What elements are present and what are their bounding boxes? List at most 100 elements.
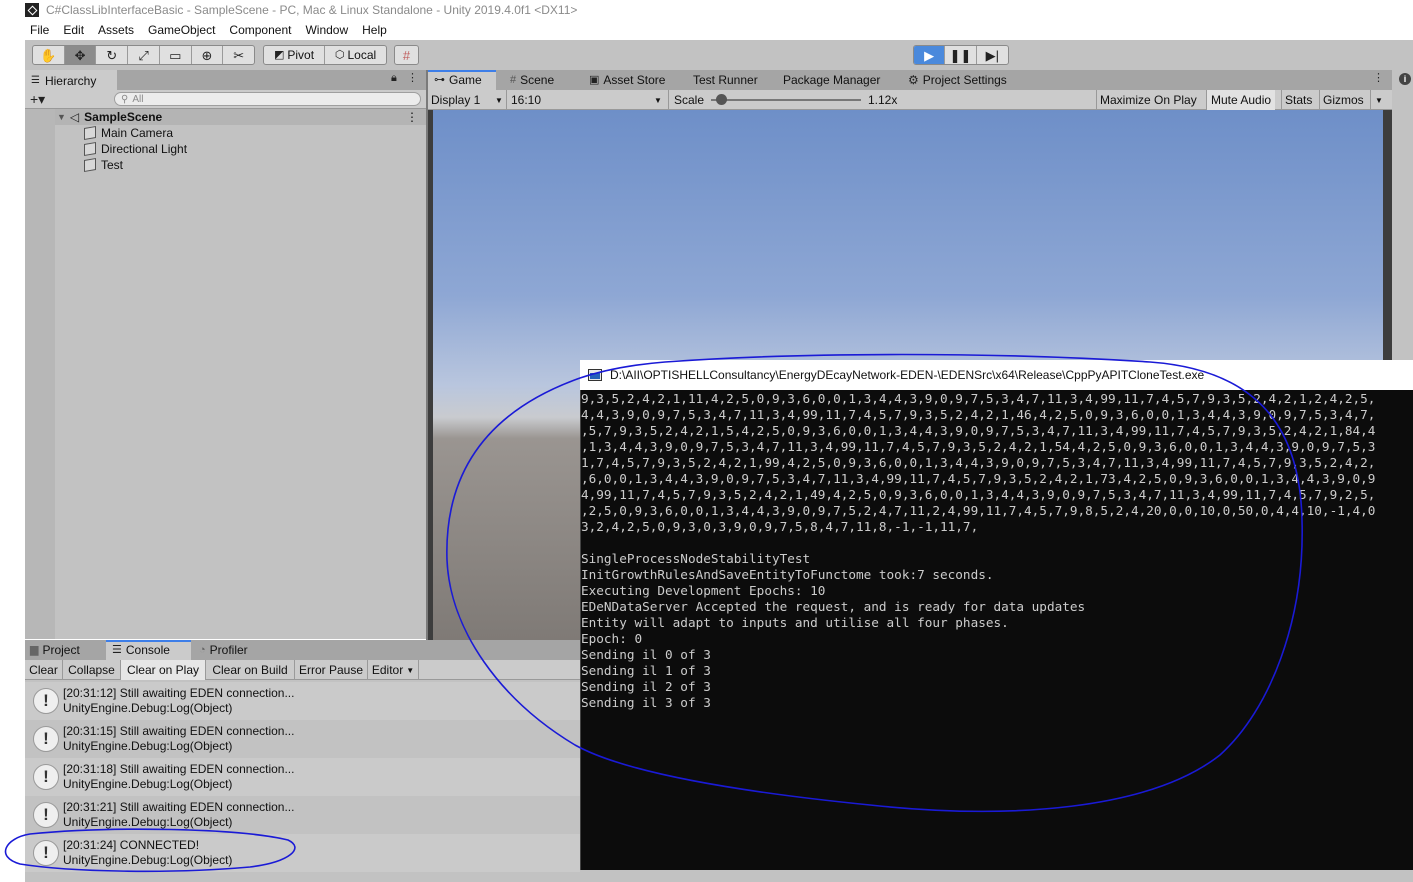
- rotate-tool-button[interactable]: ↻: [96, 46, 129, 64]
- console-log-entry[interactable]: ! [20:31:24] CONNECTED! UnityEngine.Debu…: [25, 834, 580, 872]
- tab-game[interactable]: ⊶ Game: [434, 70, 482, 90]
- expand-arrow-icon[interactable]: ▼: [57, 112, 66, 122]
- toolbar-separator: [1281, 90, 1282, 110]
- gizmos-toggle[interactable]: Gizmos: [1323, 90, 1364, 110]
- hierarchy-item-directional-light[interactable]: Directional Light: [84, 141, 187, 157]
- toolbar-separator: [668, 90, 669, 110]
- create-plus-icon[interactable]: +▾: [30, 92, 45, 106]
- title-bar: C#ClassLibInterfaceBasic - SampleScene -…: [0, 0, 1413, 20]
- console-error-pause-toggle[interactable]: Error Pause: [295, 660, 368, 680]
- menu-assets[interactable]: Assets: [98, 23, 134, 37]
- scale-label: Scale: [674, 93, 705, 107]
- tab-test-runner[interactable]: Test Runner: [693, 70, 758, 90]
- grid-snap-button[interactable]: #: [395, 46, 418, 64]
- scale-slider-track[interactable]: [711, 99, 861, 101]
- object-label: Test: [101, 158, 124, 172]
- terminal-line: 4,4,3,9,0,9,7,5,3,4,7,11,3,4,99,11,7,4,5…: [581, 407, 1376, 422]
- rect-tool-button[interactable]: ▭: [160, 46, 192, 64]
- pause-button[interactable]: ❚❚: [945, 46, 977, 64]
- menu-help[interactable]: Help: [362, 23, 387, 37]
- console-log-entry[interactable]: ! [20:31:18] Still awaiting EDEN connect…: [25, 758, 580, 796]
- hand-tool-button[interactable]: ✋: [33, 46, 65, 64]
- rotate-icon: ↻: [106, 47, 118, 63]
- tab-asset-store[interactable]: ▣ Asset Store: [589, 70, 665, 90]
- scale-slider-handle[interactable]: [716, 94, 727, 105]
- tab-package-manager[interactable]: Package Manager: [783, 70, 880, 90]
- tab-scene[interactable]: # Scene: [510, 70, 554, 90]
- step-button[interactable]: ▶|: [977, 46, 1008, 64]
- display-dropdown[interactable]: Display 1 ▼: [431, 90, 506, 110]
- local-button[interactable]: ⬡ Local: [325, 46, 386, 64]
- log-message: [20:31:21] Still awaiting EDEN connectio…: [63, 800, 295, 814]
- pause-icon: ❚❚: [949, 47, 972, 63]
- local-icon: ⬡: [334, 48, 345, 61]
- tab-hierarchy[interactable]: ☰ Hierarchy: [25, 70, 117, 90]
- hierarchy-item-main-camera[interactable]: Main Camera: [84, 125, 173, 141]
- menu-gameobject[interactable]: GameObject: [148, 23, 215, 37]
- local-label: Local: [347, 48, 377, 62]
- menu-window[interactable]: Window: [305, 23, 348, 37]
- menu-component[interactable]: Component: [229, 23, 291, 37]
- console-log-entry[interactable]: ! [20:31:12] Still awaiting EDEN connect…: [25, 682, 580, 720]
- tab-console[interactable]: ☰ Console: [112, 640, 170, 660]
- menu-file[interactable]: File: [30, 23, 49, 37]
- scale-value: 1.12x: [868, 93, 898, 107]
- terminal-line: Entity will adapt to inputs and utilise …: [581, 615, 1009, 630]
- hierarchy-gutter: [25, 109, 55, 639]
- console-clear-button[interactable]: Clear: [25, 660, 63, 680]
- toolbar-separator: [1096, 90, 1097, 110]
- console-editor-dropdown[interactable]: Editor ▼: [368, 660, 419, 680]
- play-button[interactable]: ▶: [914, 46, 946, 64]
- scene-menu-icon[interactable]: ⋮: [406, 110, 418, 124]
- game-panel-menu-icon[interactable]: ⋮: [1373, 73, 1384, 84]
- console-clear-on-build-toggle[interactable]: Clear on Build: [206, 660, 295, 680]
- tab-project[interactable]: ▆ Project: [30, 640, 80, 660]
- dropdown-arrow-icon: ▼: [406, 665, 415, 675]
- hierarchy-search-input[interactable]: ⚲ All: [114, 92, 421, 106]
- log-info-icon: !: [33, 840, 59, 866]
- log-message: [20:31:18] Still awaiting EDEN connectio…: [63, 762, 295, 776]
- info-icon[interactable]: i: [1399, 73, 1411, 85]
- hierarchy-panel: [25, 109, 426, 639]
- scene-row[interactable]: ▼ ◁ SampleScene ⋮: [55, 109, 426, 125]
- log-info-icon: !: [33, 726, 59, 752]
- grid-icon: #: [402, 47, 411, 63]
- custom-tool-button[interactable]: ✂: [223, 46, 254, 64]
- maximize-on-play-toggle[interactable]: Maximize On Play: [1100, 90, 1197, 110]
- list-icon: ☰: [31, 75, 40, 86]
- store-bag-icon: ▣: [589, 73, 600, 86]
- gameobject-cube-icon: [84, 141, 96, 157]
- aspect-dropdown[interactable]: 16:10 ▼: [511, 90, 666, 110]
- transform-tool-button[interactable]: ⊕: [192, 46, 224, 64]
- profiler-icon: ◔: [199, 643, 206, 656]
- tools-icon: ✂: [233, 47, 245, 63]
- menu-edit[interactable]: Edit: [63, 23, 84, 37]
- scene-grid-icon: #: [510, 73, 517, 86]
- log-message: [20:31:15] Still awaiting EDEN connectio…: [63, 724, 295, 738]
- console-collapse-toggle[interactable]: Collapse: [63, 660, 121, 680]
- tab-project-settings[interactable]: ⚙ Project Settings: [908, 70, 1007, 90]
- toolbar-separator: [506, 90, 507, 110]
- lock-icon[interactable]: 🔒︎: [391, 73, 397, 84]
- window-title: C#ClassLibInterfaceBasic - SampleScene -…: [46, 3, 578, 17]
- scale-tool-button[interactable]: ⤢: [128, 46, 160, 64]
- hierarchy-item-test[interactable]: Test: [84, 157, 123, 173]
- terminal-line: ,2,5,0,9,3,6,0,0,1,3,4,4,3,9,0,9,7,5,2,4…: [581, 503, 1376, 518]
- mute-audio-toggle[interactable]: Mute Audio: [1207, 90, 1276, 110]
- terminal-title-bar[interactable]: D:\AII\OPTISHELLConsultancy\EnergyDEcayN…: [580, 360, 1413, 390]
- stats-toggle[interactable]: Stats: [1285, 90, 1312, 110]
- tab-label: Package Manager: [783, 73, 881, 87]
- hierarchy-menu-icon[interactable]: ⋮: [407, 73, 418, 84]
- tab-label: Project Settings: [922, 73, 1007, 87]
- scene-name: SampleScene: [84, 110, 163, 124]
- move-tool-button[interactable]: ✥: [64, 46, 97, 64]
- console-clear-on-play-toggle[interactable]: Clear on Play: [121, 660, 206, 680]
- console-log-entry[interactable]: ! [20:31:21] Still awaiting EDEN connect…: [25, 796, 580, 834]
- console-log-entry[interactable]: ! [20:31:15] Still awaiting EDEN connect…: [25, 720, 580, 758]
- scale-icon: ⤢: [138, 47, 149, 63]
- log-message: [20:31:12] Still awaiting EDEN connectio…: [63, 686, 295, 700]
- tab-profiler[interactable]: ◔ Profiler: [199, 640, 248, 660]
- pivot-button[interactable]: ◩ Pivot: [264, 46, 326, 64]
- gizmos-dropdown-arrow-icon[interactable]: ▼: [1375, 90, 1383, 110]
